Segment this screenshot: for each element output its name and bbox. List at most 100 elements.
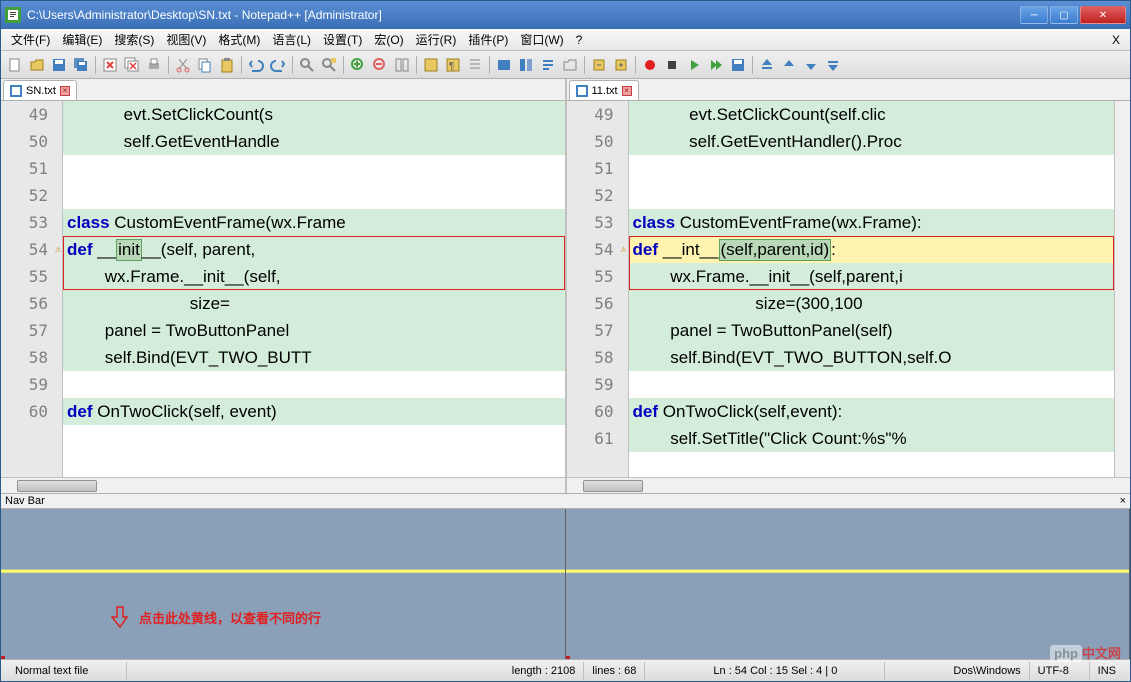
- print-icon[interactable]: [144, 55, 164, 75]
- find-icon[interactable]: [297, 55, 317, 75]
- line-number: 59: [567, 371, 628, 398]
- code-line[interactable]: evt.SetClickCount(s: [63, 101, 565, 128]
- code-line[interactable]: def OnTwoClick(self,event):: [629, 398, 1131, 425]
- code-line[interactable]: def OnTwoClick(self, event): [63, 398, 565, 425]
- stop-macro-icon[interactable]: [662, 55, 682, 75]
- code-line[interactable]: self.GetEventHandler().Proc: [629, 128, 1131, 155]
- close-all-icon[interactable]: [122, 55, 142, 75]
- titlebar[interactable]: C:\Users\Administrator\Desktop\SN.txt - …: [1, 1, 1130, 29]
- maximize-button[interactable]: ▢: [1050, 6, 1078, 24]
- code-line[interactable]: def __int__(self,parent,id):: [629, 236, 1131, 263]
- zoom-in-icon[interactable]: [348, 55, 368, 75]
- play-multi-icon[interactable]: [706, 55, 726, 75]
- open-file-icon[interactable]: [27, 55, 47, 75]
- sync-scroll-icon[interactable]: [392, 55, 412, 75]
- replace-icon[interactable]: [319, 55, 339, 75]
- menu-search[interactable]: 搜索(S): [108, 29, 160, 50]
- code-line[interactable]: panel = TwoButtonPanel: [63, 317, 565, 344]
- code-line[interactable]: class CustomEventFrame(wx.Frame):: [629, 209, 1131, 236]
- code-line[interactable]: self.Bind(EVT_TWO_BUTTON,self.O: [629, 344, 1131, 371]
- mdi-close-icon[interactable]: X: [1106, 31, 1126, 49]
- code-line[interactable]: [629, 155, 1131, 182]
- window-title: C:\Users\Administrator\Desktop\SN.txt - …: [27, 8, 1020, 22]
- code-line[interactable]: wx.Frame.__init__(self,: [63, 263, 565, 290]
- status-lines: lines : 68: [584, 662, 645, 680]
- compare-last-icon[interactable]: [823, 55, 843, 75]
- allchars-icon[interactable]: ¶: [443, 55, 463, 75]
- save-all-icon[interactable]: [71, 55, 91, 75]
- tab-sn-txt[interactable]: SN.txt ×: [3, 80, 77, 100]
- tab-close-icon[interactable]: ×: [60, 86, 70, 96]
- paste-icon[interactable]: [217, 55, 237, 75]
- menu-plugins[interactable]: 插件(P): [462, 29, 514, 50]
- left-code-area[interactable]: 495051525354555657585960 evt.SetClickCou…: [1, 101, 565, 477]
- copy-icon[interactable]: [195, 55, 215, 75]
- code-line[interactable]: [629, 371, 1131, 398]
- ud-lang-icon[interactable]: [494, 55, 514, 75]
- menu-window[interactable]: 窗口(W): [514, 29, 569, 50]
- unfold-all-icon[interactable]: [611, 55, 631, 75]
- h-scrollbar[interactable]: [1, 477, 565, 493]
- line-number: 52: [1, 182, 62, 209]
- code-line[interactable]: [63, 371, 565, 398]
- left-pane: SN.txt × 495051525354555657585960 evt.Se…: [1, 79, 567, 493]
- right-code-area[interactable]: 49505152535455565758596061 evt.SetClickC…: [567, 101, 1131, 477]
- code-line[interactable]: [629, 182, 1131, 209]
- compare-prev-icon[interactable]: [779, 55, 799, 75]
- compare-first-icon[interactable]: [757, 55, 777, 75]
- menu-language[interactable]: 语言(L): [266, 29, 317, 50]
- menu-run[interactable]: 运行(R): [410, 29, 463, 50]
- line-number: 60: [1, 398, 62, 425]
- close-file-icon[interactable]: [100, 55, 120, 75]
- zoom-out-icon[interactable]: [370, 55, 390, 75]
- file-icon: [10, 85, 22, 97]
- save-macro-icon[interactable]: [728, 55, 748, 75]
- code-line[interactable]: [63, 155, 565, 182]
- navbar-close-icon[interactable]: ×: [1120, 495, 1126, 507]
- cut-icon[interactable]: [173, 55, 193, 75]
- record-macro-icon[interactable]: [640, 55, 660, 75]
- wrap-icon[interactable]: [421, 55, 441, 75]
- line-number: 49: [1, 101, 62, 128]
- play-macro-icon[interactable]: [684, 55, 704, 75]
- status-filetype: Normal text file: [7, 662, 127, 680]
- redo-icon[interactable]: [268, 55, 288, 75]
- func-list-icon[interactable]: [538, 55, 558, 75]
- h-scrollbar[interactable]: [567, 477, 1131, 493]
- code-line[interactable]: def __init__(self, parent,: [63, 236, 565, 263]
- minimize-button[interactable]: ─: [1020, 6, 1048, 24]
- indent-guide-icon[interactable]: [465, 55, 485, 75]
- line-number: 53: [567, 209, 628, 236]
- close-button[interactable]: ✕: [1080, 6, 1126, 24]
- menu-edit[interactable]: 编辑(E): [56, 29, 108, 50]
- code-line[interactable]: wx.Frame.__init__(self,parent,i: [629, 263, 1131, 290]
- code-line[interactable]: panel = TwoButtonPanel(self): [629, 317, 1131, 344]
- undo-icon[interactable]: [246, 55, 266, 75]
- code-line[interactable]: class CustomEventFrame(wx.Frame: [63, 209, 565, 236]
- navbar[interactable]: 点击此处黄线，以查看不同的行: [1, 509, 1130, 659]
- file-icon: [576, 85, 588, 97]
- code-line[interactable]: [63, 182, 565, 209]
- code-line[interactable]: size=(300,100: [629, 290, 1131, 317]
- compare-next-icon[interactable]: [801, 55, 821, 75]
- code-line[interactable]: size=: [63, 290, 565, 317]
- code-line[interactable]: self.SetTitle("Click Count:%s"%: [629, 425, 1131, 452]
- menu-view[interactable]: 视图(V): [160, 29, 212, 50]
- menu-format[interactable]: 格式(M): [212, 29, 266, 50]
- line-number: 55: [1, 263, 62, 290]
- folder-icon[interactable]: [560, 55, 580, 75]
- fold-all-icon[interactable]: [589, 55, 609, 75]
- code-line[interactable]: evt.SetClickCount(self.clic: [629, 101, 1131, 128]
- tab-11-txt[interactable]: 11.txt ×: [569, 80, 639, 100]
- new-file-icon[interactable]: [5, 55, 25, 75]
- doc-map-icon[interactable]: [516, 55, 536, 75]
- menu-file[interactable]: 文件(F): [5, 29, 56, 50]
- code-line[interactable]: self.Bind(EVT_TWO_BUTT: [63, 344, 565, 371]
- code-line[interactable]: self.GetEventHandle: [63, 128, 565, 155]
- v-scrollbar[interactable]: [1114, 101, 1130, 477]
- menu-help[interactable]: ?: [570, 31, 589, 49]
- menu-macro[interactable]: 宏(O): [368, 29, 409, 50]
- tab-close-icon[interactable]: ×: [622, 86, 632, 96]
- menu-settings[interactable]: 设置(T): [317, 29, 368, 50]
- save-icon[interactable]: [49, 55, 69, 75]
